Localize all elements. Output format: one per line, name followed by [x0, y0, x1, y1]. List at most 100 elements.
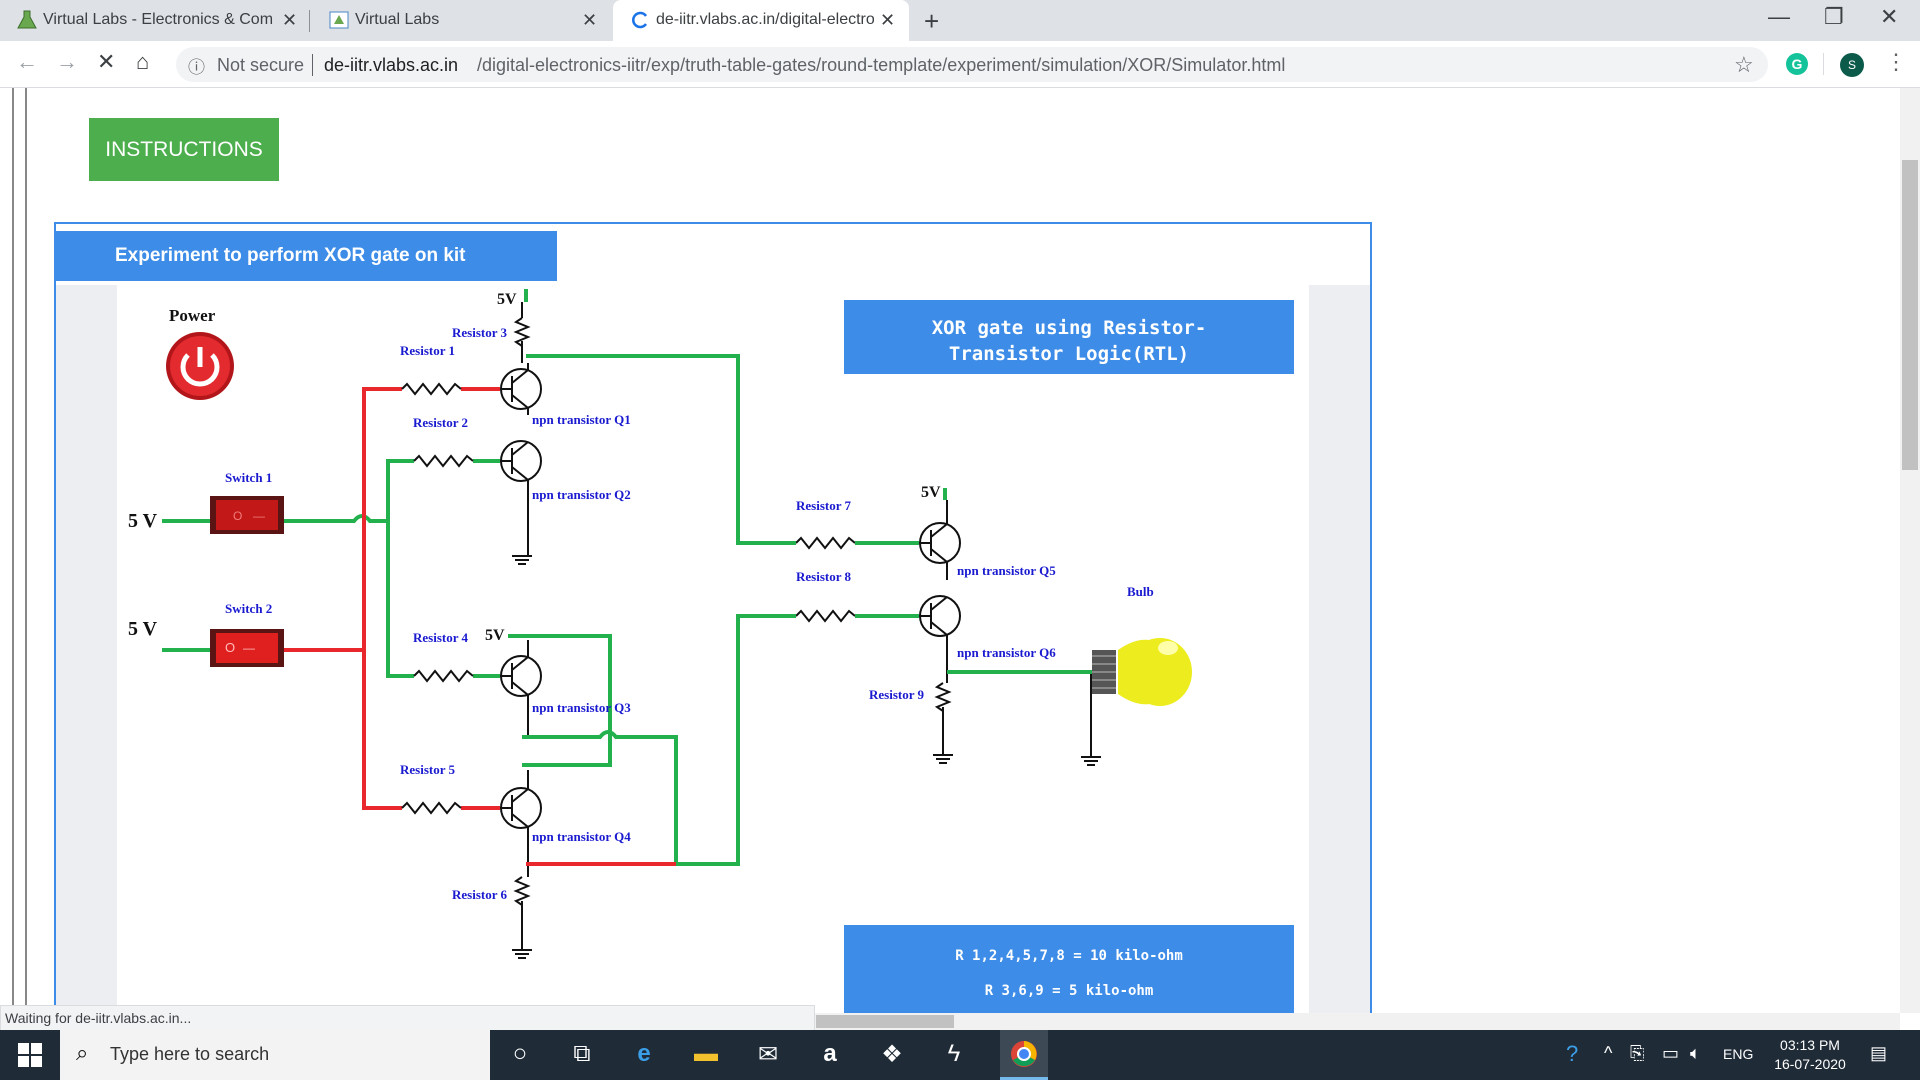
input2-voltage: 5 V: [128, 618, 158, 640]
network-icon[interactable]: ⎘: [1630, 1043, 1644, 1064]
info-icon[interactable]: ⓘ: [188, 53, 205, 78]
circuit-title-line1: XOR gate using Resistor-: [931, 317, 1207, 339]
virtual-labs-icon: [329, 11, 349, 29]
transistor-q5-label: npn transistor Q5: [957, 563, 1056, 578]
close-icon[interactable]: ✕: [582, 10, 597, 31]
battery-icon[interactable]: ▭: [1662, 1043, 1679, 1064]
tab-simulator[interactable]: de-iitr.vlabs.ac.in/digital-electron ✕: [613, 0, 909, 41]
clock-date: 16-07-2020: [1774, 1056, 1846, 1072]
switch1-icon[interactable]: O —: [210, 496, 284, 534]
taskbar-search-placeholder: Type here to search: [110, 1044, 270, 1064]
resistor9-label: Resistor 9: [869, 687, 925, 702]
web-page: INSTRUCTIONS Experiment to perform XOR g…: [0, 88, 1920, 1030]
switch1-label: Switch 1: [225, 470, 273, 485]
tab-virtual-labs[interactable]: Virtual Labs ✕: [312, 0, 610, 41]
wire-q3-r8: [522, 614, 919, 866]
supply-voltage-q1: 5V: [497, 291, 517, 308]
clock[interactable]: 03:13 PM 16-07-2020: [1770, 1036, 1850, 1074]
omnibox-divider: [312, 54, 313, 76]
notifications-icon[interactable]: ▤: [1870, 1043, 1887, 1064]
tab-title: Virtual Labs - Electronics & Com: [43, 11, 273, 28]
tab-virtual-labs-electronics[interactable]: Virtual Labs - Electronics & Com ✕: [0, 0, 308, 41]
task-view-icon[interactable]: ⧉: [564, 1040, 600, 1068]
supply-voltage-q3: 5V: [485, 627, 505, 644]
tab-title: de-iitr.vlabs.ac.in/digital-electron: [656, 11, 874, 28]
help-icon[interactable]: ?: [1566, 1041, 1578, 1067]
file-explorer-icon[interactable]: ▬: [688, 1040, 724, 1068]
url-host: de-iitr.vlabs.ac.in: [324, 55, 459, 75]
supply-voltage-q5: 5V: [921, 484, 941, 501]
restore-button[interactable]: ❐: [1824, 4, 1844, 30]
close-window-button[interactable]: ✕: [1880, 4, 1898, 30]
bulb-icon: [1092, 638, 1192, 706]
resistance-values-box: R 1,2,4,5,7,8 = 10 kilo-ohm R 3,6,9 = 5 …: [844, 925, 1294, 1017]
wire-q1-r7: [526, 354, 919, 545]
status-bubble: Waiting for de-iitr.vlabs.ac.in...: [0, 1005, 815, 1033]
new-tab-button[interactable]: +: [924, 6, 939, 37]
forward-arrow-icon[interactable]: →: [56, 49, 78, 75]
kebab-menu-icon[interactable]: ⋮: [1885, 49, 1907, 75]
resistor5-label: Resistor 5: [400, 762, 456, 777]
chrome-icon: [1011, 1041, 1037, 1067]
volume-icon[interactable]: 🔈︎: [1690, 1043, 1701, 1064]
resistor7-label: Resistor 7: [796, 498, 852, 513]
power-label: Power: [169, 306, 216, 325]
wire-switch2-bus: [362, 387, 500, 810]
loading-spinner-icon: [632, 11, 648, 29]
resistor1-label: Resistor 1: [400, 343, 456, 358]
bulb-label: Bulb: [1127, 584, 1154, 599]
transistor-q2-label: npn transistor Q2: [532, 487, 631, 502]
transistor-q1-label: npn transistor Q1: [532, 412, 631, 427]
chrome-taskbar-button[interactable]: [1000, 1030, 1048, 1080]
svg-text:—: —: [243, 641, 255, 655]
svg-text:—: —: [253, 509, 265, 523]
browser-toolbar: ← → ✕ ⌂ ⓘ Not secure de-iitr.vlabs.ac.in…: [0, 41, 1920, 88]
show-hidden-icons-icon[interactable]: ^: [1604, 1043, 1612, 1064]
horizontal-scrollbar[interactable]: [815, 1013, 1900, 1030]
language-indicator[interactable]: ENG: [1723, 1046, 1753, 1062]
bookmark-star-icon[interactable]: ☆: [1734, 52, 1754, 78]
power-button-icon[interactable]: [166, 332, 234, 400]
resistance-line2: R 3,6,9 = 5 kilo-ohm: [984, 983, 1154, 999]
transistor-q3-label: npn transistor Q3: [532, 700, 631, 715]
url-path: /digital-electronics-iitr/exp/truth-tabl…: [477, 55, 1286, 75]
home-icon[interactable]: ⌂: [136, 49, 149, 75]
switch2-label: Switch 2: [225, 601, 273, 616]
amazon-icon[interactable]: a: [812, 1040, 848, 1068]
mail-icon[interactable]: ✉: [750, 1040, 786, 1069]
close-icon[interactable]: ✕: [282, 10, 297, 31]
clock-time: 03:13 PM: [1780, 1037, 1840, 1053]
switch2-icon[interactable]: O —: [210, 629, 284, 667]
grammarly-extension-icon[interactable]: G: [1786, 53, 1808, 75]
dropbox-icon[interactable]: ❖: [874, 1040, 910, 1069]
windows-start-icon[interactable]: [18, 1043, 42, 1067]
circuit-title-line2: Transistor Logic(RTL): [948, 343, 1190, 365]
circuit-diagram: O — O —: [162, 289, 1192, 959]
horizontal-scroll-thumb[interactable]: [816, 1015, 954, 1028]
profile-avatar[interactable]: S: [1840, 53, 1864, 77]
cortana-icon[interactable]: ○: [502, 1040, 538, 1068]
transistor-q4-label: npn transistor Q4: [532, 829, 631, 844]
taskbar-search-box[interactable]: ⌕ Type here to search: [60, 1030, 490, 1080]
app-bolt-icon[interactable]: ϟ: [936, 1040, 972, 1068]
back-arrow-icon[interactable]: ←: [16, 49, 38, 75]
stop-loading-icon[interactable]: ✕: [97, 49, 115, 75]
tab-title: Virtual Labs: [355, 11, 440, 28]
search-icon: ⌕: [76, 1040, 89, 1065]
flask-icon: [17, 10, 37, 29]
transistor-q6-label: npn transistor Q6: [957, 645, 1056, 660]
resistor2-label: Resistor 2: [413, 415, 469, 430]
minimize-button[interactable]: —: [1768, 4, 1790, 30]
address-bar[interactable]: ⓘ Not secure de-iitr.vlabs.ac.in /digita…: [176, 47, 1768, 82]
tab-strip: Virtual Labs - Electronics & Com ✕ Virtu…: [0, 0, 1920, 41]
resistance-line1: R 1,2,4,5,7,8 = 10 kilo-ohm: [955, 948, 1183, 964]
vertical-scroll-thumb[interactable]: [1902, 160, 1918, 470]
edge-browser-icon[interactable]: e: [626, 1040, 662, 1068]
resistor4-label: Resistor 4: [413, 630, 469, 645]
windows-taskbar: ⌕ Type here to search ○ ⧉ e ▬ ✉ a ❖ ϟ ? …: [0, 1030, 1920, 1080]
transistor-symbols: [500, 302, 1101, 959]
close-icon[interactable]: ✕: [880, 10, 895, 31]
resistor8-label: Resistor 8: [796, 569, 852, 584]
svg-text:O: O: [225, 640, 235, 655]
resistor6-label: Resistor 6: [452, 887, 508, 902]
